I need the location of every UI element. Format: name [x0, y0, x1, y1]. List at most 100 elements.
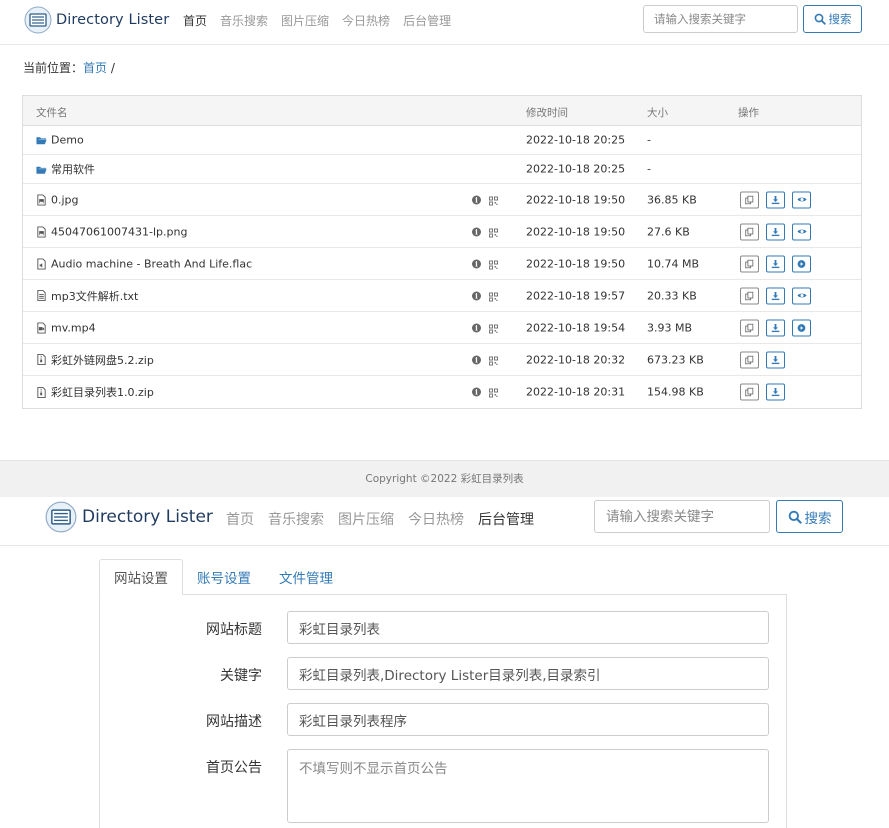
info-circle-icon[interactable]: i: [472, 387, 481, 397]
file-name-cell[interactable]: 常用软件: [36, 161, 95, 177]
info-circle-icon[interactable]: i: [472, 259, 481, 268]
file-name-cell[interactable]: Demo: [36, 134, 84, 147]
brand-name: Directory Lister: [82, 507, 213, 527]
file-name-cell[interactable]: 彩虹目录列表1.0.zip: [36, 384, 154, 400]
table-row[interactable]: mp3文件解析.txt i 2022-10-18 19:57 20.33 KB: [23, 280, 861, 312]
copy-link-button[interactable]: [740, 287, 759, 304]
description-input[interactable]: [287, 703, 769, 736]
file-size: 10.74 MB: [647, 257, 700, 270]
row-actions: [740, 319, 818, 336]
preview-button[interactable]: [792, 287, 811, 304]
search-input[interactable]: [594, 500, 770, 533]
breadcrumb-home-link[interactable]: 首页: [83, 61, 107, 75]
download-button[interactable]: [766, 191, 785, 208]
copy-link-button[interactable]: [740, 351, 759, 368]
copy-icon: [745, 195, 754, 204]
qrcode-icon[interactable]: [489, 323, 498, 333]
table-row[interactable]: Audio machine - Breath And Life.flac i 202…: [23, 248, 861, 280]
download-icon: [771, 259, 780, 268]
table-row[interactable]: 彩虹目录列表1.0.zip i 2022-10-18 20:31 154.98 KB: [23, 376, 861, 408]
download-button[interactable]: [766, 255, 785, 272]
brand[interactable]: Directory Lister: [24, 6, 169, 34]
copy-link-button[interactable]: [740, 191, 759, 208]
tab-account-settings[interactable]: 账号设置: [183, 559, 265, 595]
search-button[interactable]: 搜索: [803, 5, 862, 33]
table-row[interactable]: mv.mp4 i 2022-10-18 19:54 3.93 MB: [23, 312, 861, 344]
nav-home[interactable]: 首页: [226, 509, 254, 529]
settings-tabs: 网站设置 账号设置 文件管理: [99, 559, 347, 595]
file-name: 45047061007431-lp.png: [51, 225, 188, 238]
file-name-cell[interactable]: Audio machine - Breath And Life.flac: [36, 257, 252, 270]
tab-site-settings[interactable]: 网站设置: [99, 559, 183, 595]
table-row[interactable]: 45047061007431-lp.png i 2022-10-18 19:50 27…: [23, 216, 861, 248]
row-actions: [740, 287, 818, 304]
table-row[interactable]: 0.jpg i 2022-10-18 19:50 36.85 KB: [23, 184, 861, 216]
table-row[interactable]: 常用软件 2022-10-18 20:25 -: [23, 155, 861, 184]
text-file-icon: [36, 290, 47, 301]
play-button[interactable]: [792, 255, 811, 272]
keywords-input[interactable]: [287, 657, 769, 690]
file-name: 彩虹外链网盘5.2.zip: [51, 353, 154, 367]
file-name-cell[interactable]: 0.jpg: [36, 193, 79, 206]
copy-link-button[interactable]: [740, 255, 759, 272]
nav-music-search[interactable]: 音乐搜索: [220, 12, 268, 29]
preview-button[interactable]: [792, 191, 811, 208]
qrcode-icon[interactable]: [489, 227, 498, 237]
download-button[interactable]: [766, 383, 785, 401]
search-input[interactable]: [643, 5, 798, 33]
nav-admin[interactable]: 后台管理: [403, 12, 451, 29]
file-name-cell[interactable]: 彩虹外链网盘5.2.zip: [36, 352, 154, 368]
nav-image-compress[interactable]: 图片压缩: [338, 509, 394, 529]
file-name: 彩虹目录列表1.0.zip: [51, 386, 154, 399]
preview-button[interactable]: [792, 223, 811, 240]
search-button[interactable]: 搜索: [776, 500, 843, 533]
qrcode-icon[interactable]: [489, 195, 498, 205]
breadcrumb-prefix: 当前位置：: [23, 61, 84, 75]
info-circle-icon[interactable]: i: [472, 291, 481, 300]
nav-image-compress[interactable]: 图片压缩: [281, 12, 329, 29]
file-info-group: i: [472, 355, 498, 365]
qrcode-icon[interactable]: [489, 388, 498, 398]
file-info-group: i: [472, 227, 498, 237]
search-button-label: 搜索: [804, 510, 832, 527]
tab-file-management[interactable]: 文件管理: [265, 559, 347, 595]
copy-link-button[interactable]: [740, 383, 759, 401]
nav-home[interactable]: 首页: [183, 12, 207, 29]
site-title-input[interactable]: [287, 611, 769, 644]
nav-music-search[interactable]: 音乐搜索: [268, 509, 324, 529]
qrcode-icon[interactable]: [489, 355, 498, 365]
modified-time: 2022-10-18 19:57: [526, 289, 626, 302]
notice-textarea[interactable]: [287, 749, 769, 823]
copy-link-button[interactable]: [740, 319, 759, 336]
info-circle-icon[interactable]: i: [472, 195, 481, 204]
folder-open-icon: [36, 135, 47, 146]
download-button[interactable]: [766, 319, 785, 336]
file-name-cell[interactable]: 45047061007431-lp.png: [36, 225, 187, 238]
copy-icon: [745, 387, 754, 397]
modified-time: 2022-10-18 19:54: [526, 321, 626, 334]
download-button[interactable]: [766, 223, 785, 240]
table-row[interactable]: 彩虹外链网盘5.2.zip i 2022-10-18 20:32 673.23 KB: [23, 344, 861, 376]
notice-label: 首页公告: [206, 760, 262, 776]
admin-settings-screen: Directory Lister 首页 音乐搜索 图片压缩 今日热榜 后台管理 …: [0, 497, 889, 828]
modified-time: 2022-10-18 20:25: [526, 162, 626, 176]
description-label: 网站描述: [206, 714, 262, 730]
nav-daily-hot[interactable]: 今日热榜: [408, 509, 464, 529]
file-name-cell[interactable]: mv.mp4: [36, 321, 96, 334]
download-button[interactable]: [766, 287, 785, 304]
eye-icon: [797, 227, 807, 237]
qrcode-icon[interactable]: [489, 291, 498, 301]
brand-admin[interactable]: Directory Lister: [45, 501, 213, 533]
info-circle-icon[interactable]: i: [472, 227, 481, 236]
download-button[interactable]: [766, 351, 785, 368]
info-circle-icon[interactable]: i: [472, 323, 481, 332]
qrcode-icon[interactable]: [489, 259, 498, 269]
copy-link-button[interactable]: [740, 223, 759, 240]
play-button[interactable]: [792, 319, 811, 336]
brand-logo-icon: [24, 6, 52, 34]
info-circle-icon[interactable]: i: [472, 355, 481, 364]
nav-admin[interactable]: 后台管理: [478, 509, 534, 529]
file-name-cell[interactable]: mp3文件解析.txt: [36, 288, 138, 304]
nav-daily-hot[interactable]: 今日热榜: [342, 12, 390, 29]
table-row[interactable]: Demo 2022-10-18 20:25 -: [23, 126, 861, 155]
